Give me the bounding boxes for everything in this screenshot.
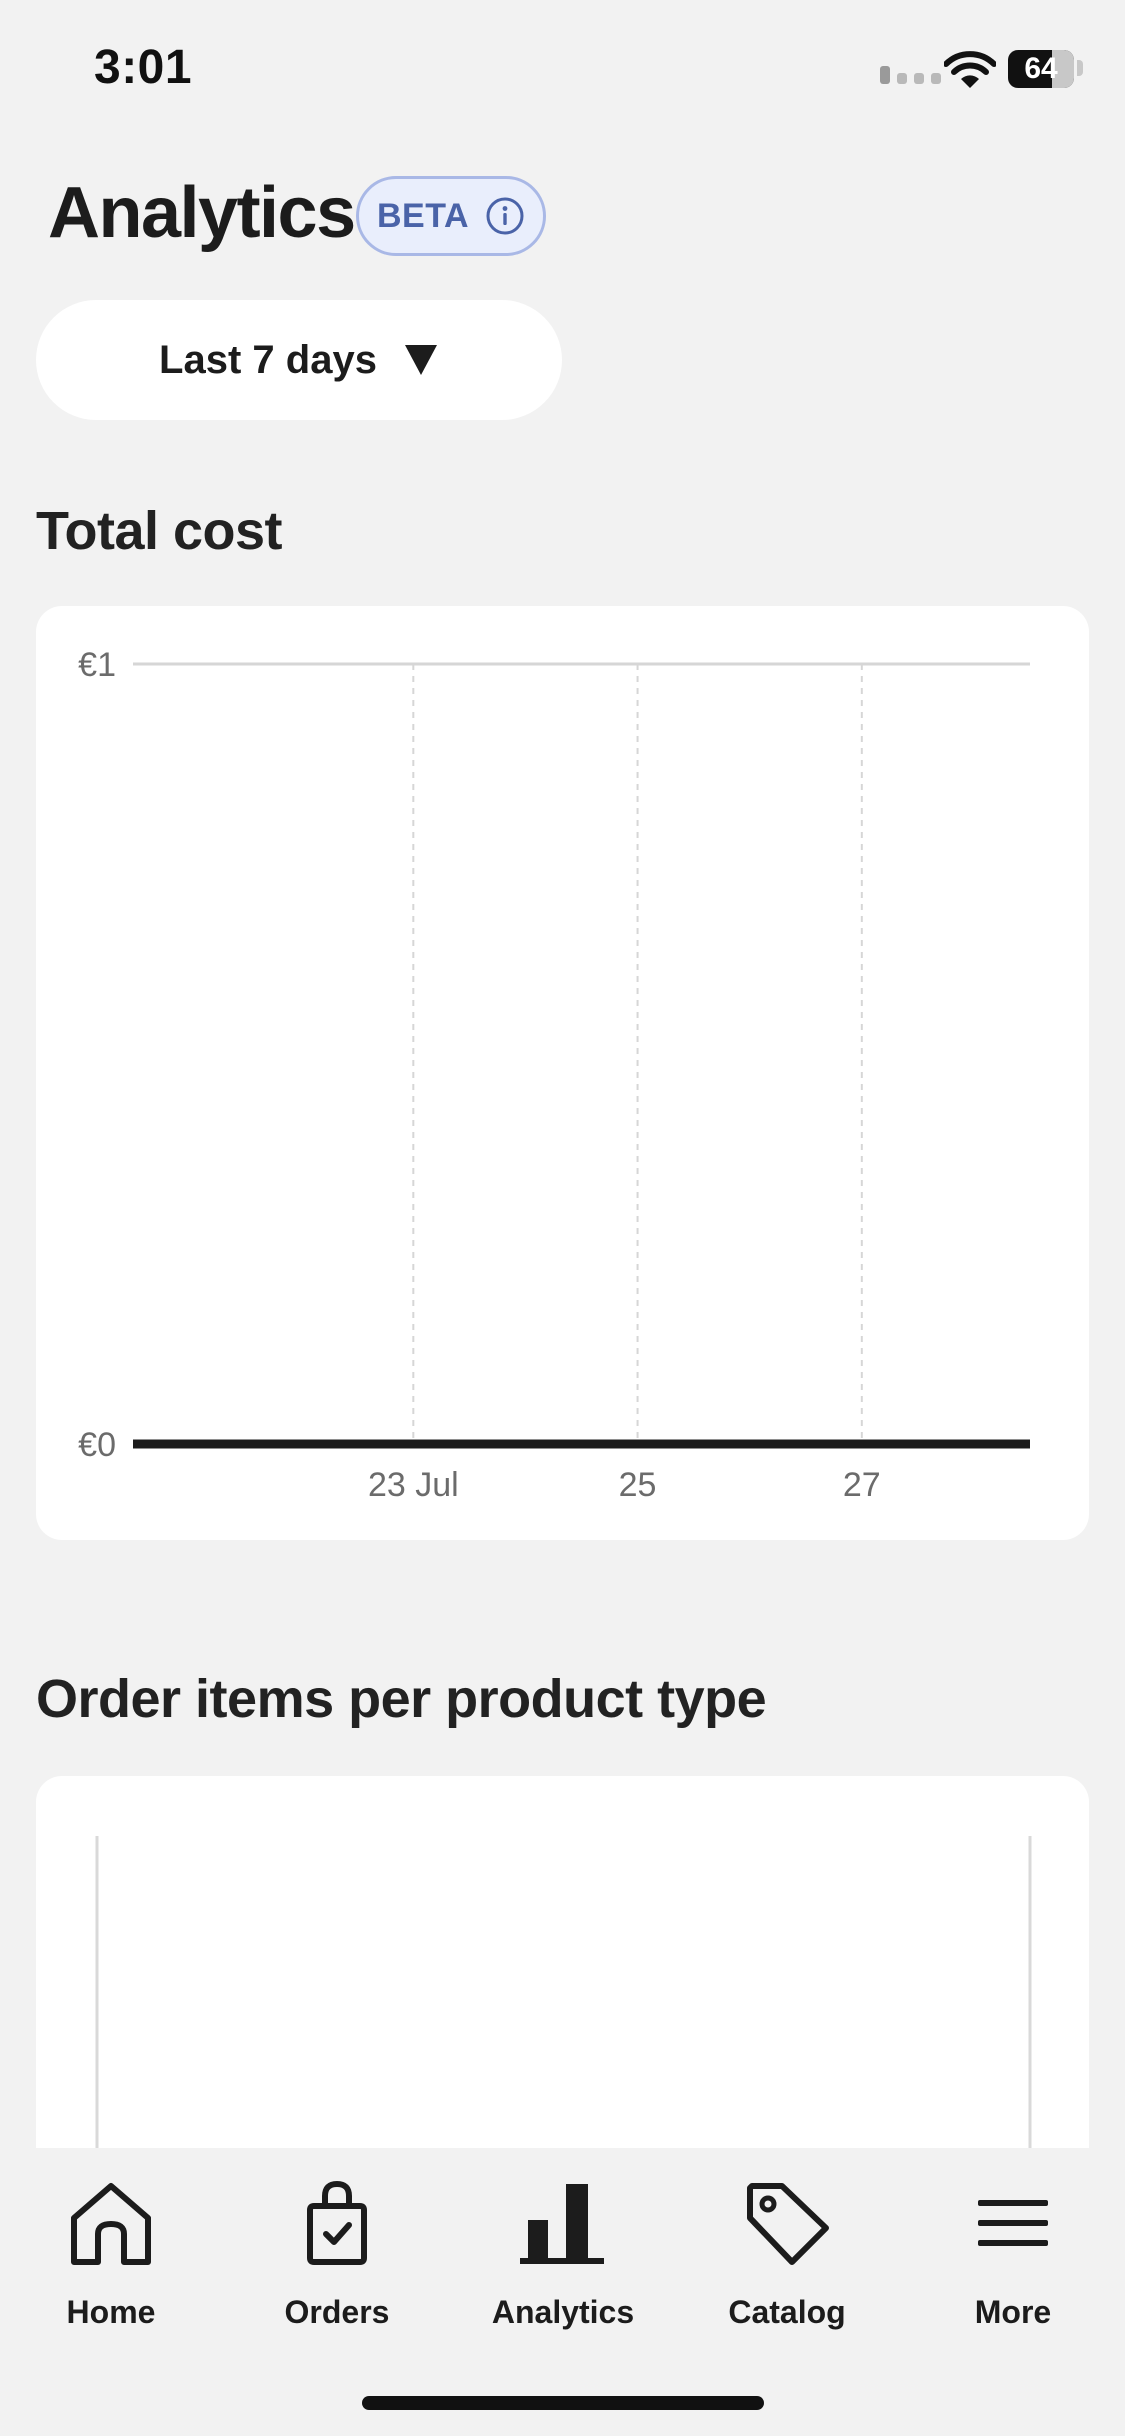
tab-label: Analytics <box>491 2294 635 2330</box>
tab-orders[interactable]: Orders <box>242 2178 432 2338</box>
date-range-dropdown[interactable]: Last 7 days <box>36 300 562 420</box>
total-cost-title: Total cost <box>36 501 283 561</box>
cellular-signal-icon <box>880 66 941 84</box>
menu-icon <box>978 2200 1048 2246</box>
shopping-bag-icon <box>307 2180 367 2265</box>
order-items-chart <box>95 1836 1032 2196</box>
battery-tip <box>1077 60 1083 76</box>
analytics-screen: 3:01 64 Analytics BETA Last 7 days Total <box>0 0 1125 2436</box>
y-tick-label: €0 <box>78 1426 116 1464</box>
tab-label: Catalog <box>728 2294 846 2330</box>
tab-more[interactable]: More <box>918 2178 1108 2338</box>
tab-label: Orders <box>284 2294 390 2330</box>
order-items-chart-card <box>36 1776 1089 2196</box>
tag-icon <box>747 2183 829 2265</box>
home-icon <box>71 2183 151 2265</box>
status-time: 3:01 <box>94 41 193 94</box>
tab-label: More <box>974 2294 1052 2330</box>
page-title: Analytics <box>48 173 356 253</box>
wifi-icon <box>944 51 996 88</box>
y-tick-label: €1 <box>78 646 116 684</box>
total-cost-chart-card: 23 Jul 25 27 €1 €0 <box>36 606 1089 1540</box>
x-tick-label: 27 <box>843 1466 881 1504</box>
bar-chart-icon <box>520 2184 604 2264</box>
total-cost-chart: 23 Jul 25 27 €1 €0 <box>78 646 1030 1504</box>
battery-icon: 64 <box>1008 50 1074 88</box>
beta-badge[interactable]: BETA <box>356 176 546 256</box>
tab-analytics[interactable]: Analytics <box>468 2178 658 2338</box>
info-icon[interactable] <box>485 196 525 236</box>
tab-label: Home <box>66 2294 156 2330</box>
x-tick-label: 23 Jul <box>368 1466 459 1504</box>
bottom-tab-bar: Home Orders Analytics Catalog More <box>0 2148 1125 2436</box>
x-tick-label: 25 <box>619 1466 657 1504</box>
order-items-title: Order items per product type <box>36 1669 767 1729</box>
battery-level: 64 <box>1024 52 1058 85</box>
date-range-label: Last 7 days <box>159 337 377 382</box>
tab-catalog[interactable]: Catalog <box>692 2178 882 2338</box>
status-bar: 3:01 64 <box>0 0 1125 140</box>
caret-down-icon <box>404 345 437 375</box>
home-indicator <box>362 2396 764 2410</box>
beta-label: BETA <box>376 196 470 235</box>
tab-home[interactable]: Home <box>16 2178 206 2338</box>
